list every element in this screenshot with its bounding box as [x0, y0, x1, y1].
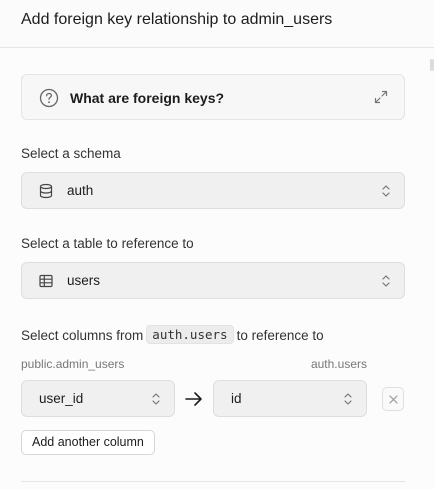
- remove-column-button[interactable]: [382, 387, 404, 411]
- close-icon: [389, 395, 398, 404]
- columns-field-label: Select columns from auth.users to referenc…: [21, 325, 324, 344]
- target-column-select[interactable]: id: [213, 380, 367, 417]
- table-select[interactable]: users: [21, 262, 405, 299]
- foreign-keys-info-accordion[interactable]: What are foreign keys?: [21, 74, 405, 120]
- expand-arrows-icon[interactable]: [374, 90, 388, 104]
- chevron-up-down-icon: [152, 393, 160, 405]
- arrow-right-icon: [185, 392, 202, 406]
- schema-field-label: Select a schema: [21, 146, 121, 161]
- target-column-value: id: [231, 391, 242, 406]
- table-grid-icon: [39, 274, 53, 288]
- info-label: What are foreign keys?: [70, 90, 225, 106]
- panel-title: Add foreign key relationship to admin_us…: [21, 11, 333, 28]
- add-another-column-button[interactable]: Add another column: [21, 430, 155, 455]
- chevron-up-down-icon: [382, 275, 390, 287]
- table-field-label: Select a table to reference to: [21, 236, 194, 251]
- section-divider: [21, 481, 405, 482]
- scrollbar-thumb[interactable]: [430, 59, 434, 71]
- source-column-value: user_id: [39, 391, 84, 406]
- columns-label-prefix: Select columns from: [21, 328, 144, 343]
- table-select-value: users: [67, 273, 101, 288]
- chevron-up-down-icon: [344, 393, 352, 405]
- target-table-label: auth.users: [310, 357, 367, 371]
- schema-select[interactable]: auth: [21, 172, 405, 209]
- source-table-label: public.admin_users: [21, 357, 125, 371]
- panel-header: Add foreign key relationship to admin_us…: [0, 0, 434, 48]
- database-icon: [39, 183, 53, 199]
- source-column-select[interactable]: user_id: [21, 380, 175, 417]
- question-circle-icon: [39, 88, 59, 108]
- referenced-table-code: auth.users: [146, 325, 234, 344]
- schema-select-value: auth: [67, 183, 94, 198]
- columns-label-suffix: to reference to: [236, 328, 324, 343]
- chevron-up-down-icon: [382, 185, 390, 197]
